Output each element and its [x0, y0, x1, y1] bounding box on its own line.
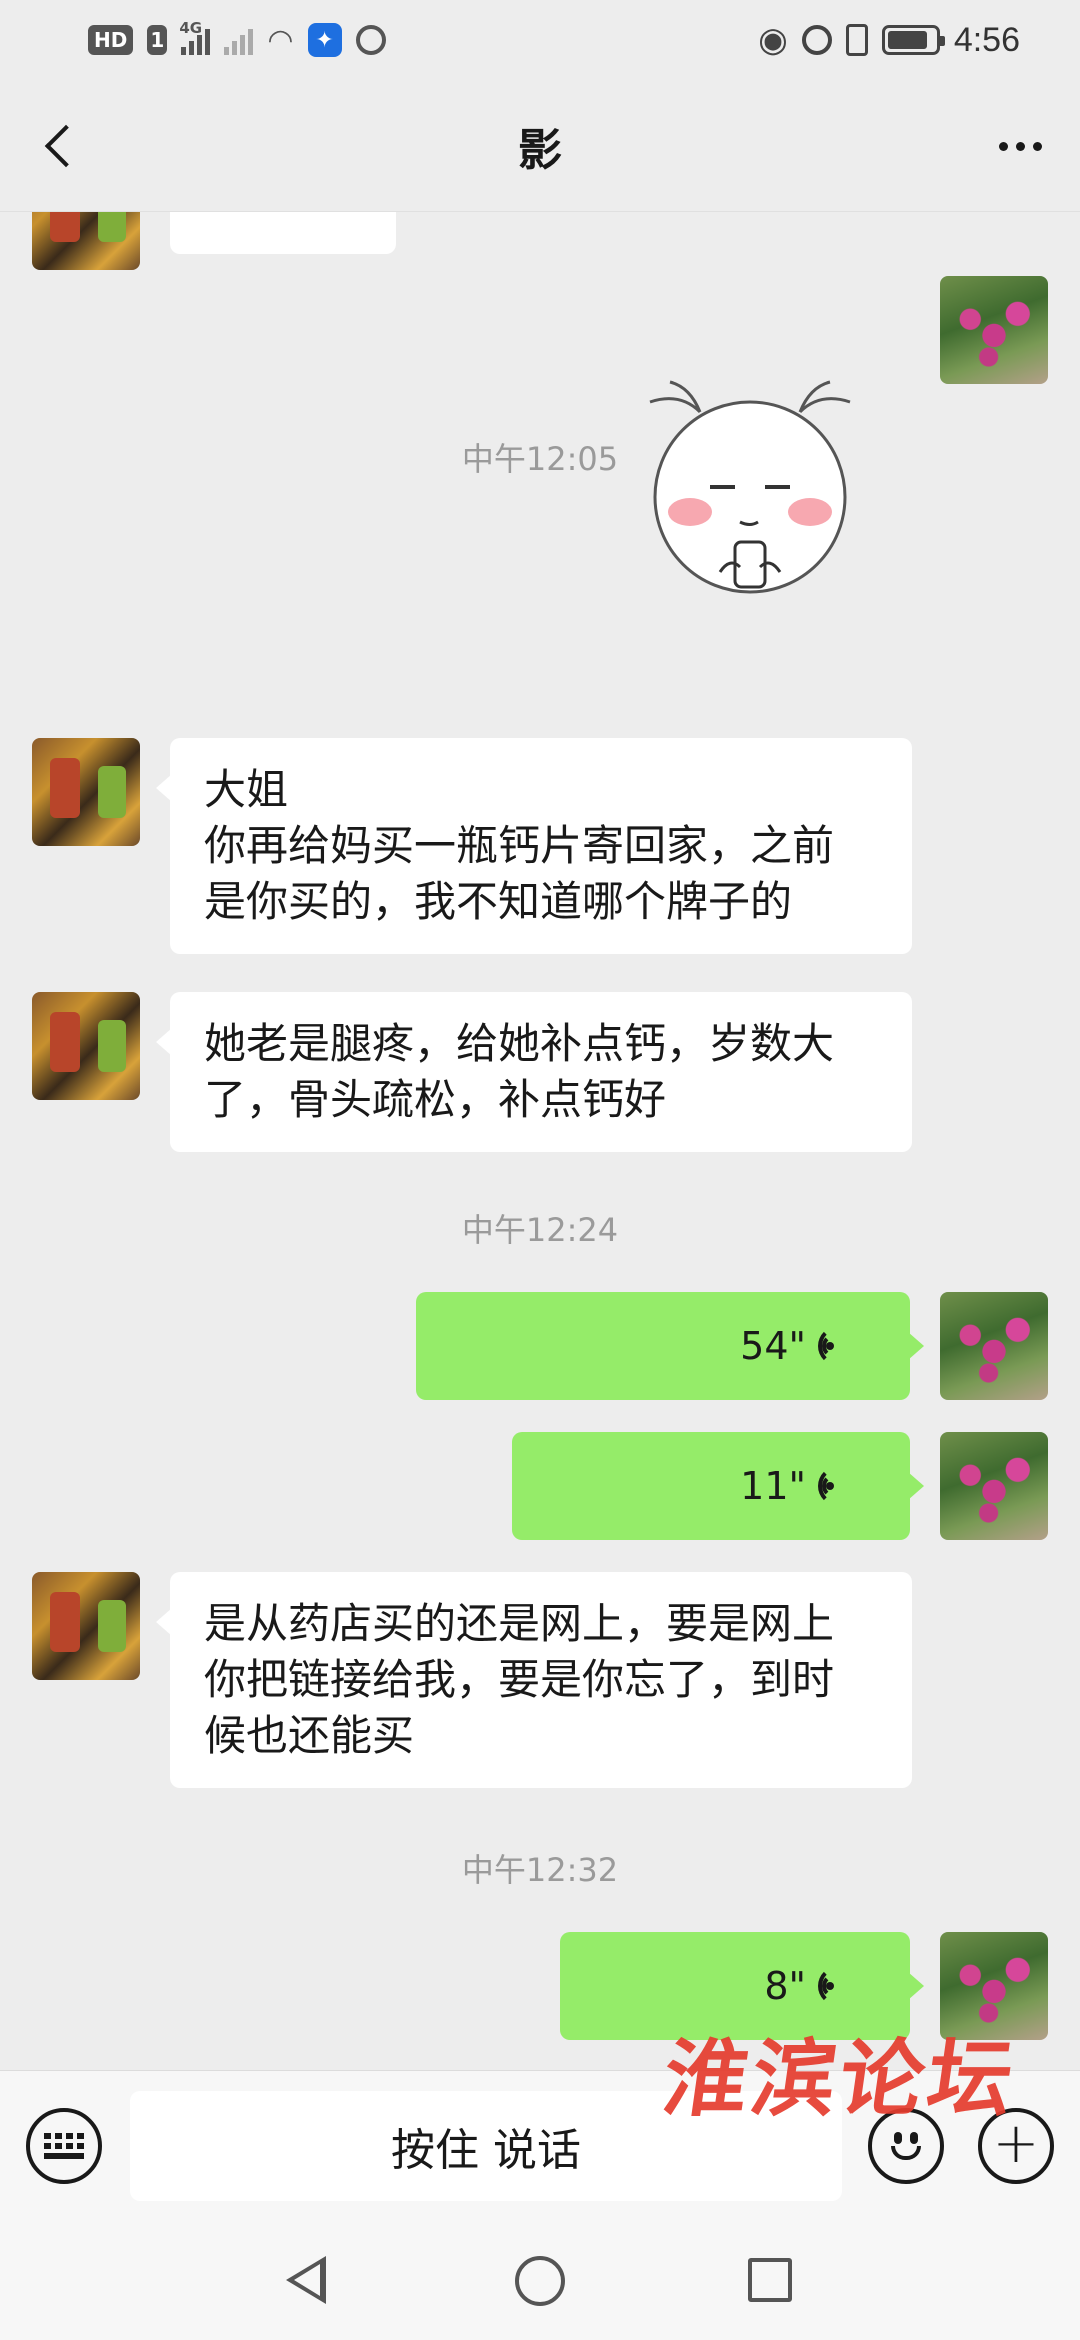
message-text: 了，骨头疏松，补点钙好 — [204, 1075, 667, 1124]
hd-badge: HD — [88, 25, 134, 55]
contact-avatar[interactable] — [32, 212, 140, 270]
contact-avatar[interactable] — [32, 992, 140, 1100]
status-bar: HD 1 4G ◠ ✦ ◉ 4:56 — [0, 0, 1080, 80]
message-bubble[interactable]: 是从药店买的还是网上，要是网上 你把链接给我，要是你忘了，到时 候也还能买 — [156, 1572, 912, 1788]
eye-icon: ◉ — [758, 20, 788, 60]
keyboard-icon — [44, 2133, 84, 2159]
message-text: 她老是腿疼，给她补点钙，岁数大 — [204, 1019, 835, 1068]
self-avatar[interactable] — [940, 276, 1048, 384]
contact-avatar[interactable] — [32, 1572, 140, 1680]
network-type-label: 4G — [179, 19, 203, 37]
sim-badge: 1 — [147, 25, 168, 55]
back-button[interactable] — [30, 116, 90, 176]
timestamp: 中午12:32 — [461, 1851, 619, 1889]
contact-avatar[interactable] — [32, 738, 140, 846]
system-home-icon[interactable] — [515, 2256, 565, 2306]
status-right: ◉ 4:56 — [758, 20, 1020, 60]
message-text: 你把链接给我，要是你忘了，到时 — [204, 1655, 835, 1704]
self-avatar[interactable] — [940, 1292, 1048, 1400]
self-avatar[interactable] — [940, 1432, 1048, 1540]
alarm-icon — [801, 25, 832, 55]
battery-icon — [881, 25, 945, 55]
more-button[interactable] — [990, 116, 1050, 176]
keyboard-toggle-button[interactable] — [26, 2108, 102, 2184]
voice-wave-icon — [818, 1466, 864, 1506]
globe-icon — [355, 25, 386, 55]
message-bubble-partial[interactable] — [170, 212, 396, 254]
message-bubble[interactable]: 她老是腿疼，给她补点钙，岁数大 了，骨头疏松，补点钙好 — [156, 992, 912, 1152]
signal-no-sim-icon — [224, 25, 254, 55]
voice-wave-icon — [818, 1966, 864, 2006]
system-back-icon[interactable] — [286, 2256, 326, 2304]
status-left: HD 1 4G ◠ ✦ — [88, 19, 386, 58]
message-text: 是从药店买的还是网上，要是网上 — [204, 1599, 835, 1648]
message-text: 大姐 — [204, 765, 289, 814]
message-list[interactable]: 中午12:05 大姐 你再给妈买一瓶钙片寄回家，之前 是你买的，我不知道哪个牌子… — [0, 212, 1080, 2070]
message-bubble[interactable]: 大姐 你再给妈买一瓶钙片寄回家，之前 是你买的，我不知道哪个牌子的 — [156, 738, 912, 954]
timestamp: 中午12:24 — [461, 1211, 619, 1249]
vibrate-icon — [845, 24, 868, 56]
more-dots-icon — [998, 141, 1008, 151]
back-arrow-icon — [44, 124, 88, 168]
system-nav-bar — [0, 2220, 1080, 2340]
chat-title: 影 — [518, 124, 562, 176]
voice-wave-icon — [818, 1326, 864, 1366]
wifi-icon: ◠ — [267, 22, 294, 58]
signal-4g-icon: 4G — [179, 19, 211, 55]
lightbulb-icon: ✦ — [307, 23, 342, 57]
voice-message[interactable]: 11" — [512, 1432, 924, 1540]
watermark: 淮滨论坛 — [657, 2029, 1024, 2128]
timestamp: 中午12:05 — [461, 440, 619, 478]
system-recents-icon[interactable] — [748, 2258, 792, 2302]
clock: 4:56 — [953, 20, 1020, 59]
chat-header: 影 — [0, 80, 1080, 212]
voice-duration: 54" — [740, 1324, 806, 1368]
message-text: 候也还能买 — [204, 1711, 415, 1760]
voice-message[interactable]: 54" — [416, 1292, 924, 1400]
message-text: 你再给妈买一瓶钙片寄回家，之前 — [204, 821, 835, 870]
voice-duration: 11" — [740, 1464, 806, 1508]
message-text: 是你买的，我不知道哪个牌子的 — [204, 877, 793, 926]
sticker-image[interactable] — [640, 372, 860, 612]
voice-duration: 8" — [764, 1964, 806, 2008]
